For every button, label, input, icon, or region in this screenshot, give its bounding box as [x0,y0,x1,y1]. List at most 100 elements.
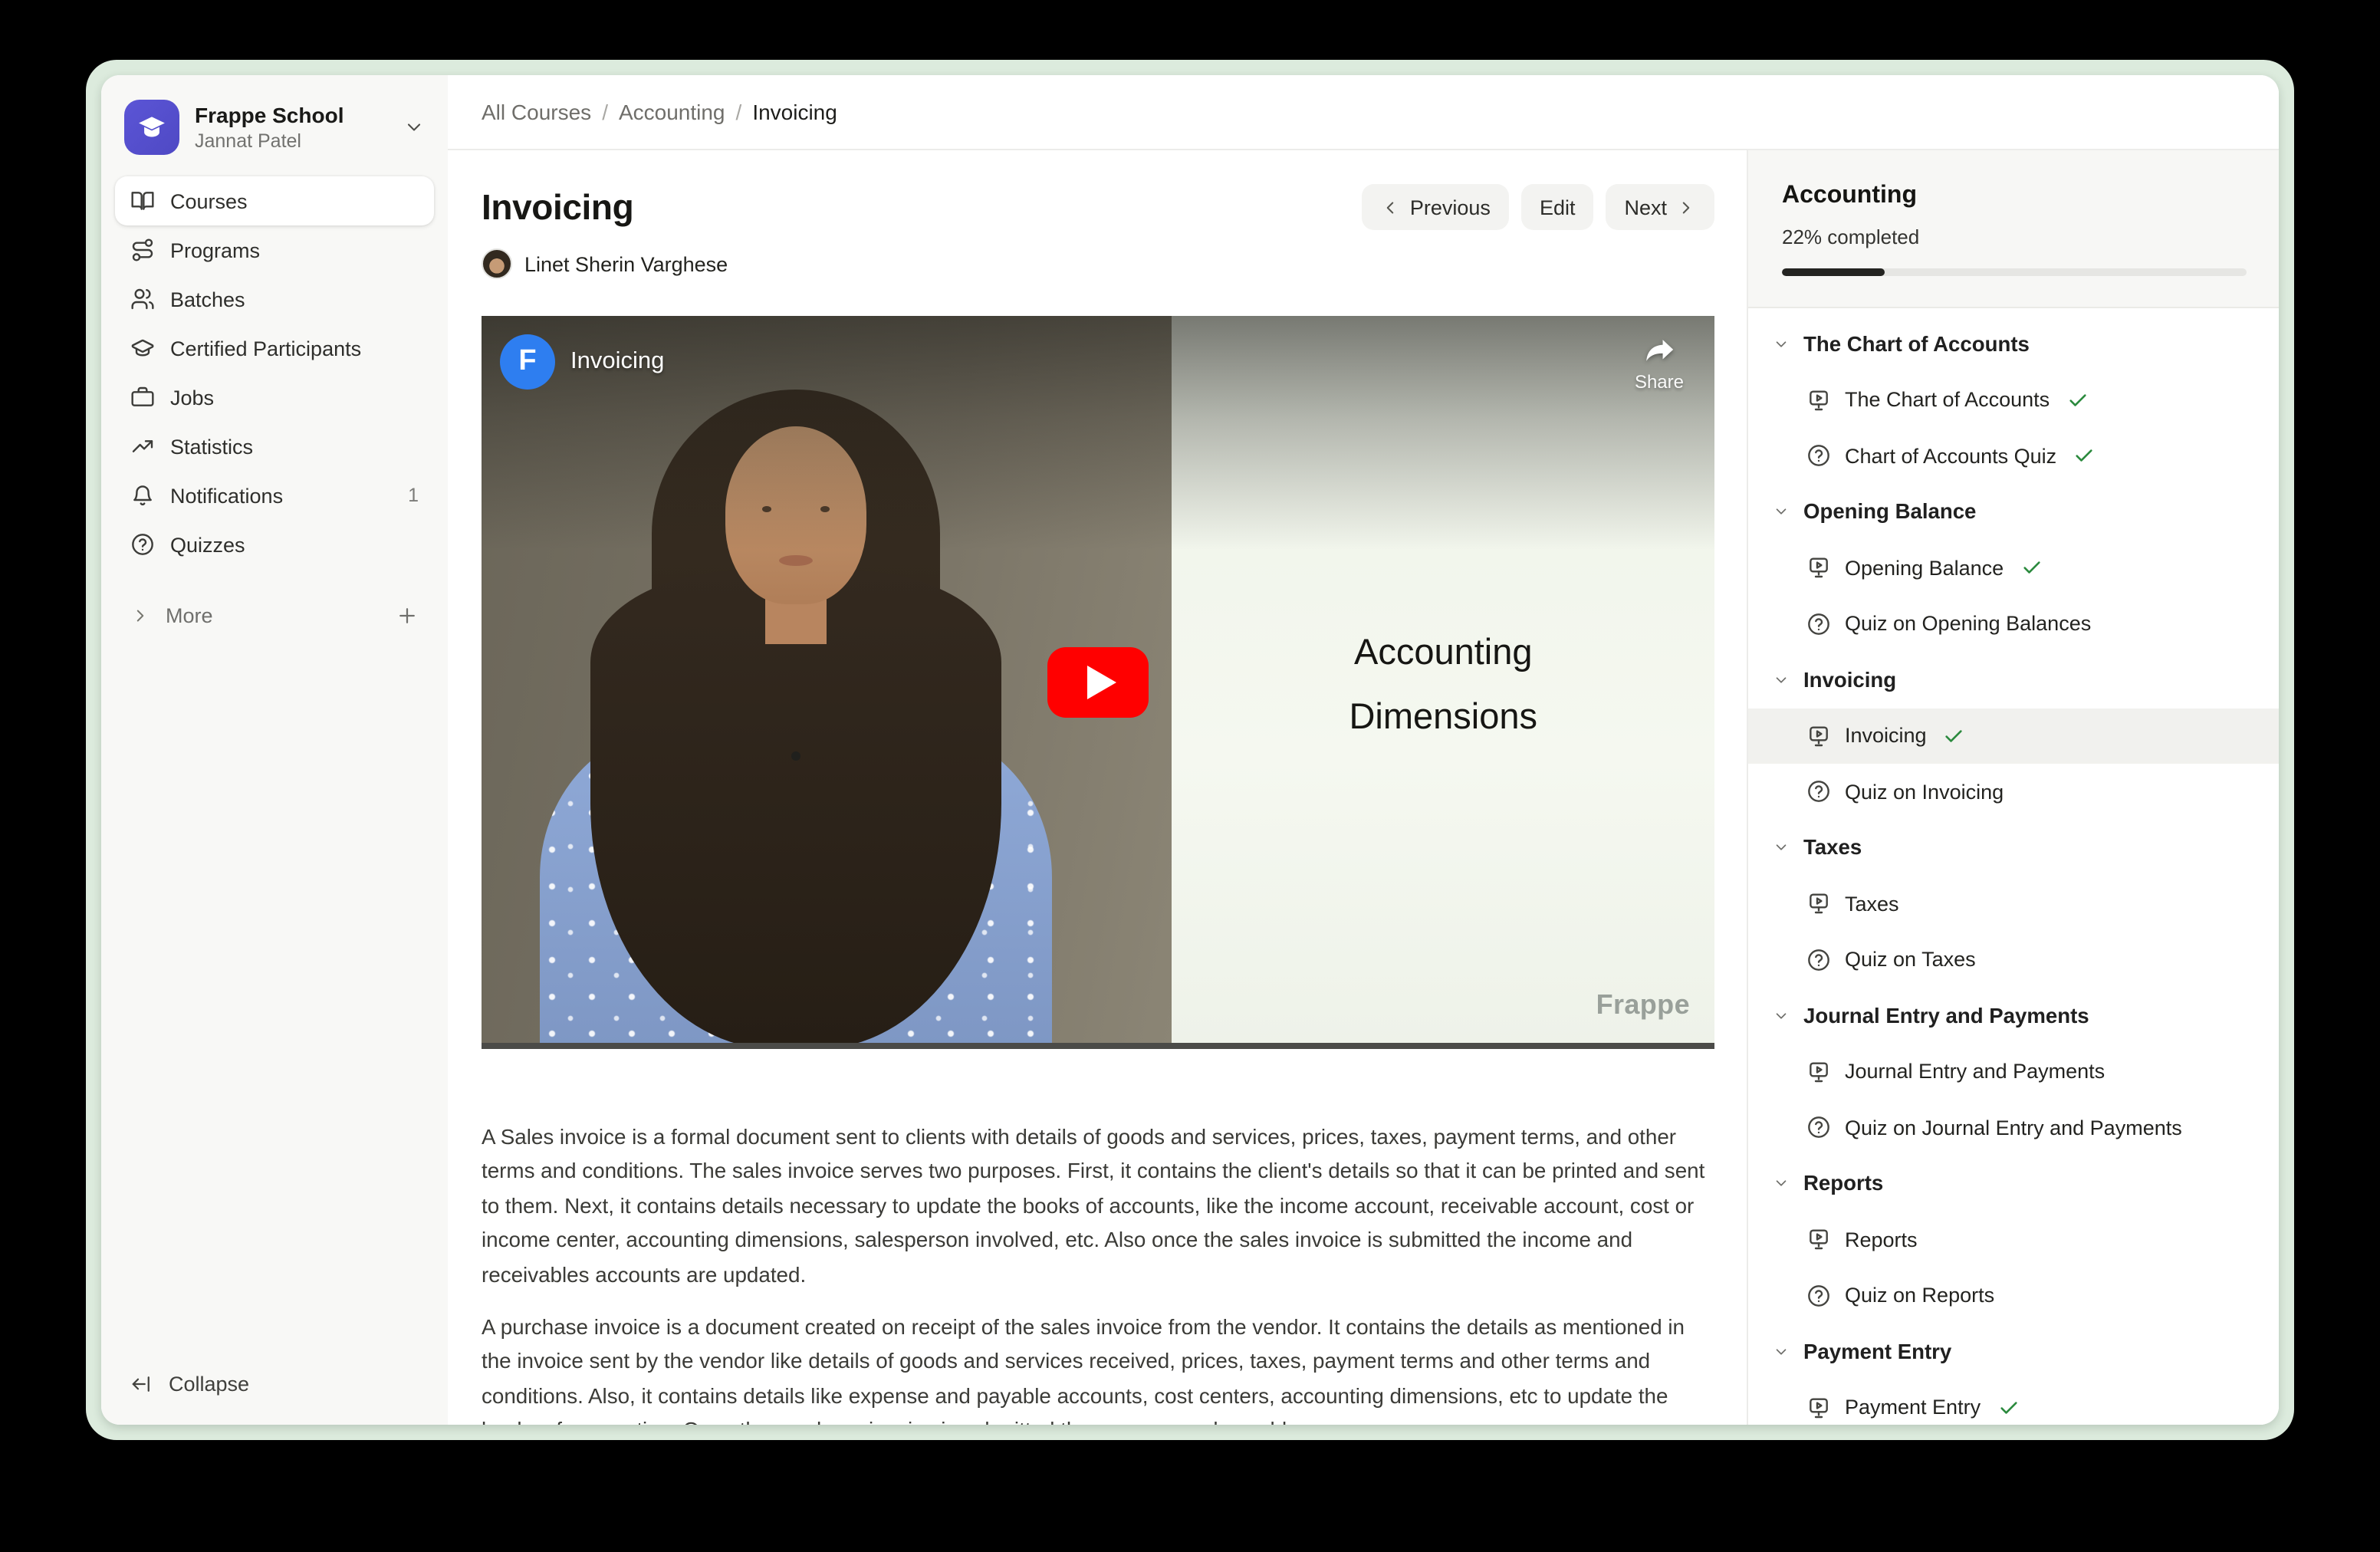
share-arrow-icon [1642,336,1676,367]
quiz-icon [1806,1116,1831,1140]
video-watermark: Frappe [1596,989,1690,1021]
chapter-header[interactable]: Opening Balance [1748,484,2279,540]
users-icon [130,287,155,311]
chapter-header[interactable]: Journal Entry and Payments [1748,988,2279,1044]
lesson-item-taxes[interactable]: Taxes [1748,876,2279,932]
video-presenter [540,390,1052,1049]
breadcrumb-separator: / [736,100,742,124]
collapse-label: Collapse [169,1372,249,1395]
monitor-play-icon [1806,892,1831,916]
channel-avatar[interactable]: F [500,334,555,390]
quiz-icon [1806,612,1831,636]
chapter-header[interactable]: Invoicing [1748,652,2279,708]
lesson-item-chart-of-accounts-quiz[interactable]: Chart of Accounts Quiz [1748,428,2279,484]
lesson-item-journal-entry-and-payments[interactable]: Journal Entry and Payments [1748,1044,2279,1100]
chapter-header[interactable]: The Chart of Accounts [1748,316,2279,372]
lesson-item-payment-entry[interactable]: Payment Entry [1748,1379,2279,1425]
quiz-icon [1806,948,1831,972]
monitor-play-icon [1806,724,1831,748]
chapter-header[interactable]: Payment Entry [1748,1323,2279,1379]
check-icon [2066,390,2088,411]
check-icon [2020,557,2042,579]
help-circle-icon [130,532,155,557]
outline-chapter-payment-entry: Payment Entry Payment Entry [1748,1323,2279,1425]
breadcrumb-current: Invoicing [752,100,837,124]
collapse-sidebar-icon [130,1372,153,1395]
chapter-header[interactable]: Reports [1748,1156,2279,1212]
video-title[interactable]: Invoicing [570,348,664,376]
sidebar-item-certified-participants[interactable]: Certified Participants [115,324,434,373]
outline-header: Accounting 22% completed [1748,150,2279,308]
lesson-item-invoicing[interactable]: Invoicing [1748,708,2279,764]
chevron-down-icon [1773,1343,1790,1360]
outline-chapter-the-chart-of-accounts: The Chart of Accounts The Chart of Accou… [1748,316,2279,484]
breadcrumb-all-courses[interactable]: All Courses [482,100,591,124]
chevron-down-icon [1773,1176,1790,1192]
author-avatar [482,248,512,279]
lesson-item-opening-balance[interactable]: Opening Balance [1748,540,2279,596]
lesson-item-quiz-on-invoicing[interactable]: Quiz on Invoicing [1748,764,2279,820]
sidebar-item-quizzes[interactable]: Quizzes [115,520,434,569]
chevron-down-icon [1773,336,1790,353]
sidebar-item-statistics[interactable]: Statistics [115,422,434,471]
play-button[interactable] [1047,647,1149,718]
plus-icon[interactable] [396,603,419,626]
sidebar-item-notifications[interactable]: Notifications 1 [115,471,434,520]
lesson-item-reports[interactable]: Reports [1748,1212,2279,1268]
breadcrumb-course[interactable]: Accounting [619,100,725,124]
sidebar-item-batches[interactable]: Batches [115,275,434,324]
outline-list: The Chart of Accounts The Chart of Accou… [1748,308,2279,1425]
share-button[interactable]: Share [1635,336,1684,393]
quiz-icon [1806,1284,1831,1308]
slide-title: Accounting Dimensions [1172,620,1715,748]
trending-up-icon [130,434,155,459]
next-button[interactable]: Next [1606,184,1714,230]
sidebar-more[interactable]: More [115,590,434,640]
lesson-item-the-chart-of-accounts[interactable]: The Chart of Accounts [1748,372,2279,428]
lesson-item-quiz-on-taxes[interactable]: Quiz on Taxes [1748,932,2279,988]
course-outline: Accounting 22% completed The Chart of Ac… [1747,150,2279,1425]
outline-chapter-opening-balance: Opening Balance Opening Balance Quiz on … [1748,484,2279,652]
chevron-down-icon [1773,672,1790,689]
progress-bar [1782,268,2247,276]
chapter-header[interactable]: Taxes [1748,820,2279,876]
chevron-down-icon [403,117,425,138]
quiz-icon [1806,780,1831,804]
video-player[interactable]: Accounting Dimensions F Invoicing [482,316,1714,1049]
left-sidebar: Frappe School Jannat Patel Courses Progr… [101,75,448,1425]
monitor-play-icon [1806,556,1831,580]
desktop-background: Frappe School Jannat Patel Courses Progr… [0,0,2380,1552]
edit-button[interactable]: Edit [1521,184,1594,230]
school-logo [124,100,179,155]
window-frame: Frappe School Jannat Patel Courses Progr… [86,60,2294,1440]
check-icon [2073,446,2095,467]
lesson-paragraph: A Sales invoice is a formal document sen… [482,1120,1714,1291]
sidebar-item-courses[interactable]: Courses [115,176,434,225]
lesson-item-quiz-on-opening-balances[interactable]: Quiz on Opening Balances [1748,596,2279,652]
check-icon [1997,1397,2019,1419]
progress-fill [1782,268,1884,276]
progress-label: 22% completed [1782,225,2247,250]
more-label: More [166,603,213,626]
previous-button[interactable]: Previous [1363,184,1509,230]
book-open-icon [130,189,155,213]
chevron-left-icon [1381,197,1401,217]
sidebar-item-jobs[interactable]: Jobs [115,373,434,422]
workspace-switcher[interactable]: Frappe School Jannat Patel [115,90,434,164]
workspace-title: Frappe School [195,102,344,128]
chevron-down-icon [1773,840,1790,857]
lesson-item-quiz-on-journal-entry-and-payments[interactable]: Quiz on Journal Entry and Payments [1748,1100,2279,1156]
author-row: Linet Sherin Varghese [482,248,1714,279]
collapse-button[interactable]: Collapse [115,1360,434,1406]
breadcrumb: All Courses / Accounting / Invoicing [448,75,2279,150]
breadcrumb-separator: / [602,100,608,124]
notification-badge: 1 [408,485,419,506]
sidebar-item-programs[interactable]: Programs [115,225,434,275]
chevron-right-icon [1676,197,1696,217]
route-icon [130,238,155,262]
check-icon [1944,725,1965,747]
video-progress-bar[interactable] [482,1043,1714,1049]
lesson-item-quiz-on-reports[interactable]: Quiz on Reports [1748,1268,2279,1323]
chevron-right-icon [130,605,150,625]
outline-chapter-invoicing: Invoicing Invoicing Quiz on Invoicing [1748,652,2279,820]
